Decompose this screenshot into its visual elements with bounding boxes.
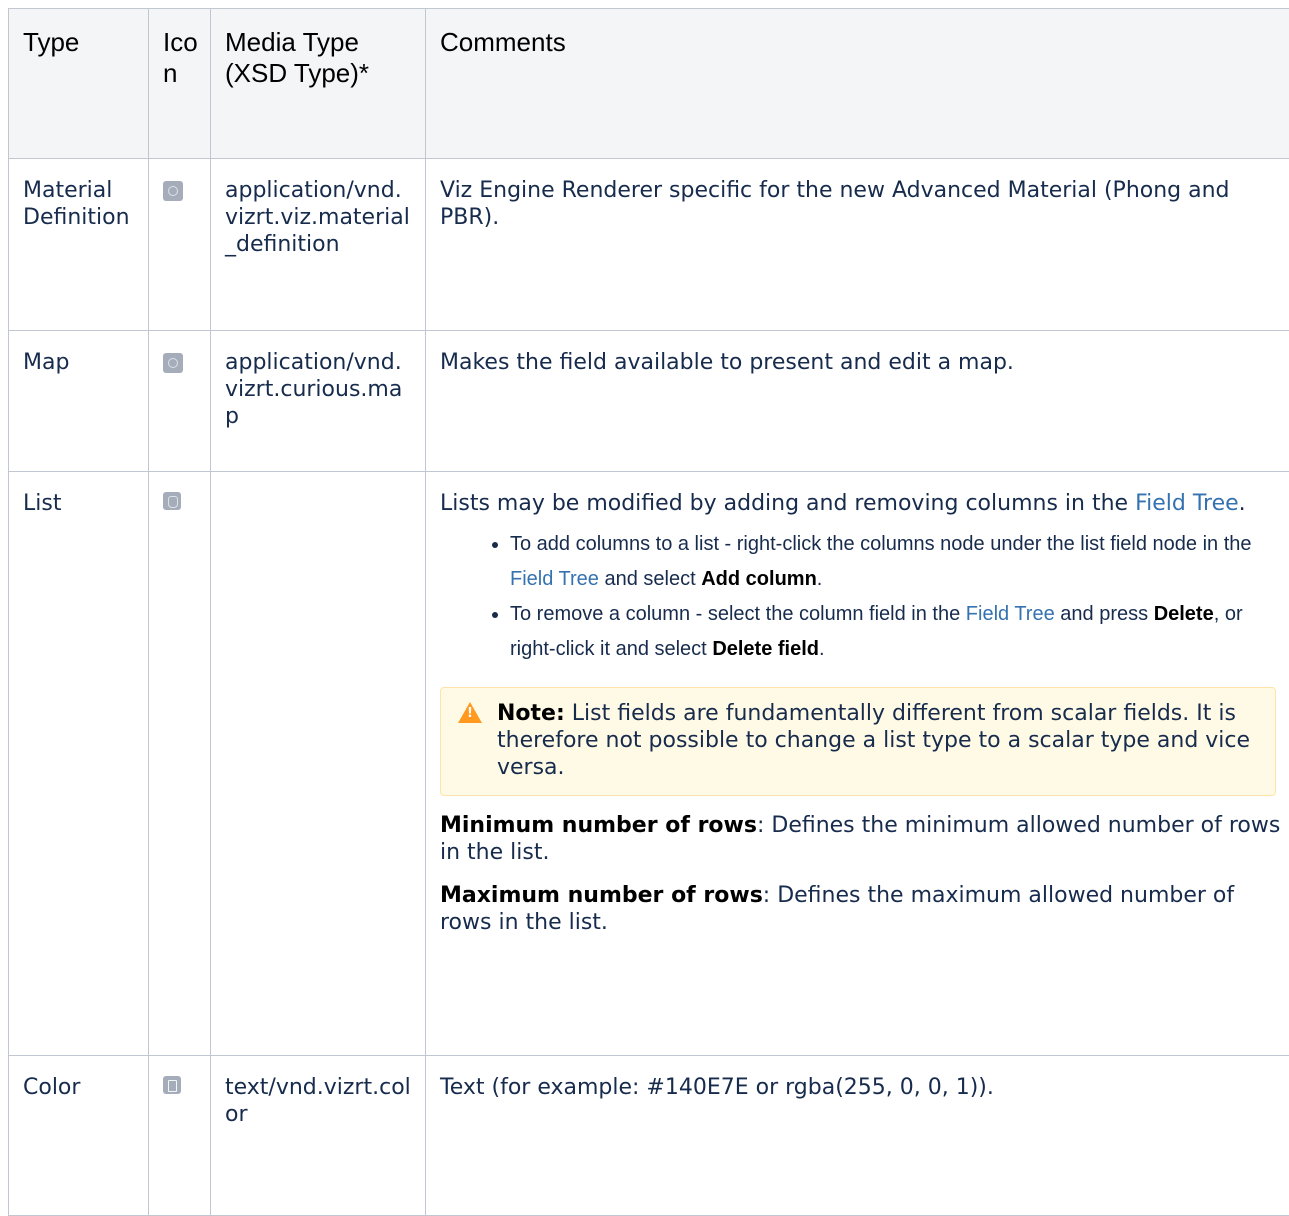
- table-row: List Lists may be modified by adding and…: [9, 472, 1289, 1056]
- list-item: To add columns to a list - right-click t…: [510, 527, 1284, 597]
- list-intro-text: Lists may be modified by adding and remo…: [440, 491, 1128, 516]
- field-tree-link[interactable]: Field Tree: [1135, 491, 1239, 516]
- header-row: Type Icon Media Type (XSD Type)* Comment…: [9, 9, 1289, 159]
- list-item: To remove a column - select the column f…: [510, 597, 1284, 667]
- max-rows-paragraph: Maximum number of rows: Defines the maxi…: [440, 882, 1284, 936]
- comments-cell: Lists may be modified by adding and remo…: [426, 472, 1289, 936]
- material-icon: [163, 181, 183, 201]
- media-type-cell: application/vnd.vizrt.viz.material_defin…: [211, 159, 425, 258]
- field-tree-link[interactable]: Field Tree: [510, 568, 599, 590]
- comments-cell: Viz Engine Renderer specific for the new…: [426, 159, 1289, 231]
- comments-cell: Makes the field available to present and…: [426, 331, 1289, 376]
- note-text: List fields are fundamentally different …: [497, 701, 1250, 780]
- type-cell: Color: [9, 1056, 148, 1101]
- table-row: Map application/vnd.vizrt.curious.map Ma…: [9, 331, 1289, 472]
- type-cell: Material Definition: [9, 159, 148, 231]
- header-media-type: Media Type (XSD Type)*: [211, 9, 426, 159]
- media-type-cell: application/vnd.vizrt.curious.map: [211, 331, 425, 430]
- comments-cell: Text (for example: #140E7E or rgba(255, …: [426, 1056, 1289, 1101]
- media-type-cell: text/vnd.vizrt.color: [211, 1056, 425, 1128]
- type-cell: Map: [9, 331, 148, 376]
- add-column-label: Add column: [701, 568, 817, 590]
- header-comments: Comments: [426, 9, 1289, 159]
- list-intro-end: .: [1239, 491, 1246, 516]
- globe-icon: [163, 353, 183, 373]
- field-types-table: Type Icon Media Type (XSD Type)* Comment…: [8, 8, 1289, 1216]
- database-icon: [163, 492, 181, 510]
- table-row: Material Definition application/vnd.vizr…: [9, 159, 1289, 331]
- warning-icon: !: [458, 702, 482, 723]
- document-icon: [163, 1076, 181, 1094]
- type-cell: List: [9, 472, 148, 517]
- list-bullets: To add columns to a list - right-click t…: [440, 527, 1284, 667]
- warning-note: ! Note: List fields are fundamentally di…: [440, 687, 1276, 796]
- media-type-cell: [211, 472, 425, 490]
- field-tree-link[interactable]: Field Tree: [966, 603, 1055, 625]
- delete-field-label: Delete field: [712, 638, 819, 660]
- table-row: Color text/vnd.vizrt.color Text (for exa…: [9, 1056, 1289, 1216]
- header-icon: Icon: [149, 9, 211, 159]
- min-rows-paragraph: Minimum number of rows: Defines the mini…: [440, 812, 1284, 866]
- delete-label: Delete: [1154, 603, 1214, 625]
- note-label: Note:: [497, 701, 565, 726]
- header-type: Type: [9, 9, 149, 159]
